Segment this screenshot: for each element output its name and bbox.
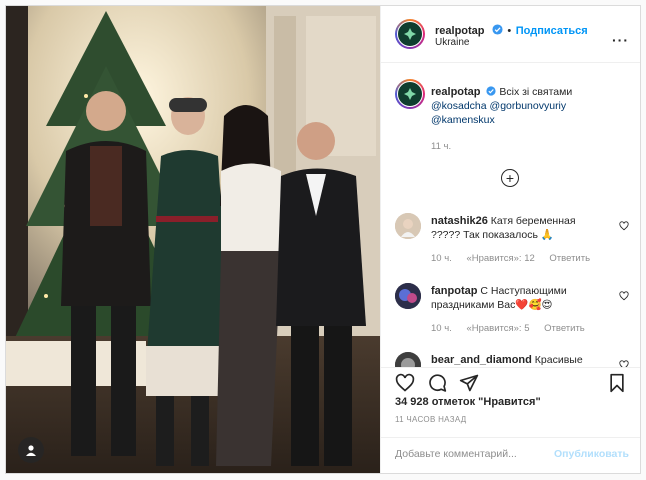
- commenter-avatar[interactable]: [395, 352, 421, 367]
- comment-likes[interactable]: «Нравится»: 12: [466, 253, 534, 264]
- heart-icon[interactable]: [619, 221, 629, 231]
- follow-button[interactable]: Подписаться: [516, 25, 588, 37]
- author-avatar[interactable]: [395, 19, 425, 49]
- publish-button[interactable]: Опубликовать: [554, 448, 629, 460]
- comment-item: fanpotap С Наступающими праздниками Вас❤…: [381, 281, 640, 341]
- verified-badge-icon: [492, 24, 503, 35]
- comment-time[interactable]: 10 ч.: [431, 253, 452, 264]
- more-options-icon[interactable]: ···: [612, 32, 629, 48]
- bookmark-icon[interactable]: [608, 373, 626, 393]
- post-header: realpotap • Подписаться Ukraine ···: [381, 6, 640, 63]
- verified-badge-icon: [486, 86, 497, 96]
- caption-author-avatar[interactable]: [395, 79, 425, 109]
- comment-meta: 10 ч. «Нравится»: 5 Ответить: [431, 323, 597, 334]
- photo-illustration: [6, 6, 380, 473]
- comments-section: realpotap Всіх зі святами @kosadcha @gor…: [381, 63, 640, 367]
- tagged-users-button[interactable]: [18, 437, 44, 463]
- post-sidebar: realpotap • Подписаться Ukraine ··· real…: [380, 6, 640, 473]
- commenter-username[interactable]: bear_and_diamond: [431, 354, 532, 366]
- comment-text: bear_and_diamond Красивые: [431, 353, 606, 367]
- comment-likes[interactable]: «Нравится»: 5: [466, 323, 529, 334]
- commenter-username[interactable]: fanpotap: [431, 285, 477, 297]
- comment-body-cont: ????? Так показалось 🙏: [431, 229, 554, 241]
- user-icon: [26, 445, 36, 456]
- commenter-avatar[interactable]: [395, 213, 421, 239]
- comment-icon[interactable]: [427, 373, 447, 393]
- comment-text: fanpotap С Наступающими праздниками Вас❤…: [431, 284, 606, 312]
- plus-circle-icon[interactable]: +: [501, 169, 519, 187]
- comment-body: Красивые: [534, 354, 583, 366]
- comment-item: natashik26 Катя беременная ????? Так пок…: [381, 211, 640, 271]
- comment-input[interactable]: Добавьте комментарий...: [395, 448, 517, 460]
- caption-username[interactable]: realpotap: [431, 86, 481, 98]
- avatar-image: [395, 283, 421, 309]
- reply-button[interactable]: Ответить: [544, 323, 585, 334]
- mention-link[interactable]: @kamenskux: [431, 114, 495, 126]
- share-icon[interactable]: [459, 373, 479, 393]
- leaf-logo-icon: [404, 88, 416, 100]
- heart-icon[interactable]: [395, 373, 415, 393]
- author-username[interactable]: realpotap: [435, 25, 485, 37]
- avatar-image: [395, 352, 421, 367]
- comment-text: natashik26 Катя беременная ????? Так пок…: [431, 214, 606, 242]
- comment-body: С Наступающими: [480, 285, 567, 297]
- add-comment-bar: Добавьте комментарий... Опубликовать: [381, 437, 640, 470]
- comment-body: Катя беременная: [490, 215, 576, 227]
- reply-button[interactable]: Ответить: [549, 253, 590, 264]
- comment-time[interactable]: 10 ч.: [431, 323, 452, 334]
- heart-icon[interactable]: [619, 291, 629, 301]
- caption-text: realpotap Всіх зі святами @kosadcha @gor…: [431, 85, 631, 127]
- posted-time[interactable]: 11 ЧАСОВ НАЗАД: [395, 415, 466, 424]
- likes-count[interactable]: 34 928 отметок "Нравится": [395, 396, 541, 408]
- comment-item: bear_and_diamond Красивые: [381, 350, 640, 367]
- mention-link[interactable]: @kosadcha: [431, 100, 487, 112]
- commenter-avatar[interactable]: [395, 283, 421, 309]
- avatar-image: [395, 213, 421, 239]
- caption-body: Всіх зі святами: [499, 86, 573, 98]
- post-actions: 34 928 отметок "Нравится" 11 ЧАСОВ НАЗАД…: [381, 367, 640, 470]
- comment-body-cont: праздниками Вас❤️🥰😍: [431, 299, 553, 311]
- post-photo[interactable]: [6, 6, 380, 473]
- commenter-username[interactable]: natashik26: [431, 215, 488, 227]
- post-location[interactable]: Ukraine: [435, 37, 469, 48]
- instagram-post: realpotap • Подписаться Ukraine ··· real…: [5, 5, 641, 474]
- heart-icon[interactable]: [619, 360, 629, 367]
- leaf-logo-icon: [404, 28, 416, 40]
- mention-link[interactable]: @gorbunovyuriy: [490, 100, 567, 112]
- caption-time[interactable]: 11 ч.: [431, 141, 451, 152]
- separator-dot: •: [507, 25, 512, 37]
- comment-meta: 10 ч. «Нравится»: 12 Ответить: [431, 253, 602, 264]
